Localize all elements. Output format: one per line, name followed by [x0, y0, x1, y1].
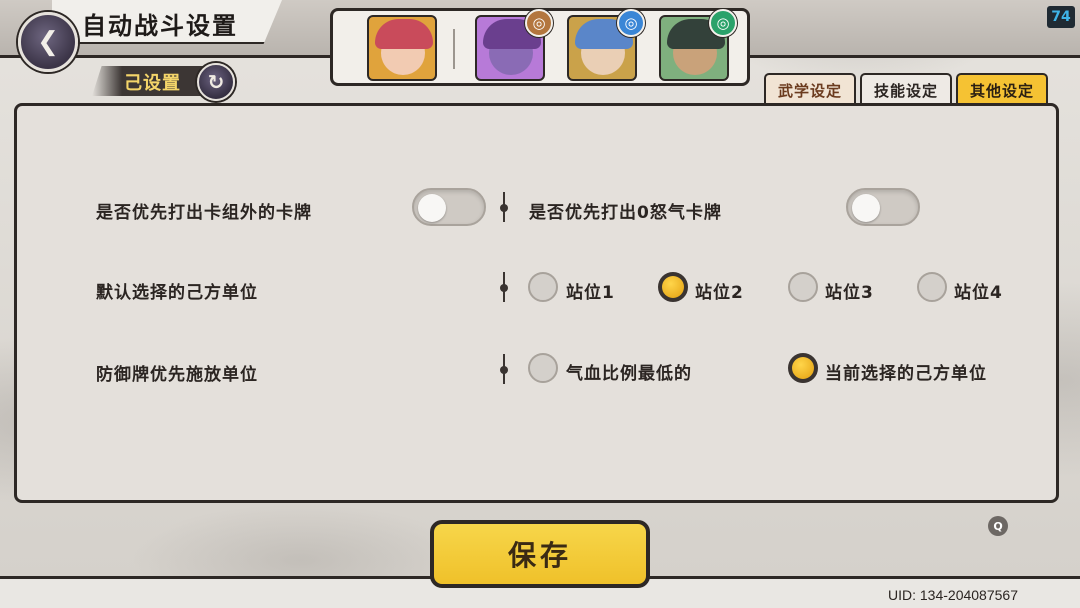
swap-button[interactable]: ↻: [197, 63, 235, 101]
column-divider: [500, 354, 508, 384]
row1-left-toggle[interactable]: [412, 188, 486, 226]
hero-divider: [453, 29, 455, 69]
back-button[interactable]: ❮: [18, 12, 78, 72]
level-badge: 74: [1047, 6, 1075, 28]
swap-cycle-icon: ↻: [207, 70, 225, 94]
radio-slot-2-label: 站位2: [695, 283, 744, 303]
toggle-knob: [418, 194, 446, 222]
tab-wuxue[interactable]: 武学设定: [764, 73, 856, 105]
radio-slot-2[interactable]: [658, 272, 688, 302]
radio-slot-1-label: 站位1: [566, 283, 615, 303]
row3-label: 防御牌优先施放单位: [96, 365, 258, 385]
radio-dot: [662, 276, 684, 298]
column-divider: [500, 272, 508, 302]
hero-hair: [375, 19, 433, 49]
toggle-knob: [852, 194, 880, 222]
radio-slot-4-label: 站位4: [954, 283, 1003, 303]
tab-other[interactable]: 其他设定: [956, 73, 1048, 105]
help-button[interactable]: Q: [988, 516, 1008, 536]
hero-bar: ◎ ◎ ◎: [330, 8, 750, 86]
radio-current-unit-label: 当前选择的己方单位: [825, 364, 987, 384]
settings-panel: [14, 103, 1059, 503]
radio-lowest-hp[interactable]: [528, 353, 558, 383]
save-button[interactable]: 保存: [430, 520, 650, 588]
radio-lowest-hp-label: 气血比例最低的: [566, 364, 692, 384]
row1-right-toggle[interactable]: [846, 188, 920, 226]
page-title: 自动战斗设置: [82, 12, 238, 40]
earth-element-icon: ◎: [525, 9, 553, 37]
radio-slot-3-label: 站位3: [825, 283, 874, 303]
radio-slot-1[interactable]: [528, 272, 558, 302]
row1-right-label: 是否优先打出0怒气卡牌: [529, 203, 722, 223]
uid-label: UID: 134-204087567: [888, 587, 1018, 603]
radio-dot: [792, 357, 814, 379]
tab-skill[interactable]: 技能设定: [860, 73, 952, 105]
water-element-icon: ◎: [617, 9, 645, 37]
column-divider: [500, 192, 508, 222]
wind-element-icon: ◎: [709, 9, 737, 37]
hero-portrait-1[interactable]: [367, 15, 437, 81]
sub-tag-label: 己设置: [124, 73, 181, 94]
radio-current-unit[interactable]: [788, 353, 818, 383]
back-arrow-icon: ❮: [37, 27, 59, 57]
radio-slot-3[interactable]: [788, 272, 818, 302]
radio-slot-4[interactable]: [917, 272, 947, 302]
row1-left-label: 是否优先打出卡组外的卡牌: [96, 203, 312, 223]
row2-label: 默认选择的己方单位: [96, 283, 258, 303]
